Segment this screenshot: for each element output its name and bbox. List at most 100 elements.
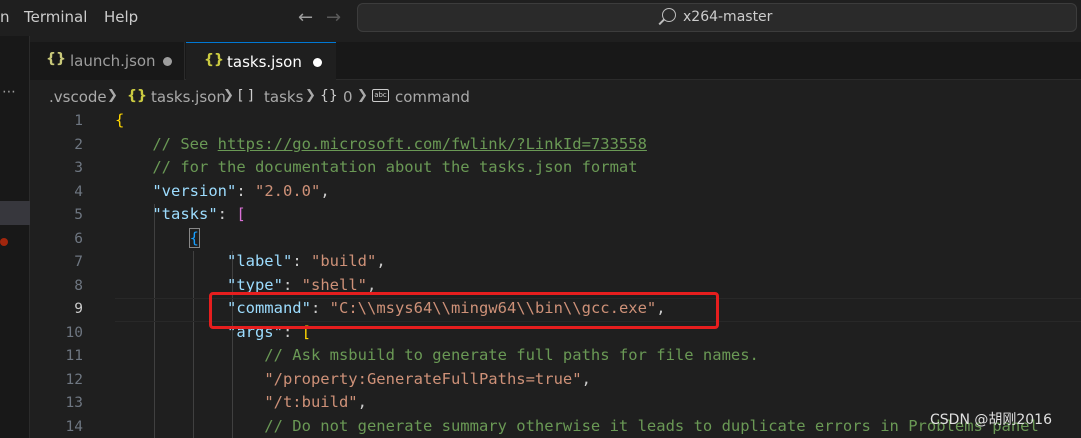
code-text: // Ask msbuild to generate full paths fo… [115, 346, 759, 364]
code-token: : [292, 252, 311, 270]
breadcrumb-command[interactable]: command [395, 88, 470, 106]
code-token: , [320, 181, 330, 200]
breadcrumb-folder[interactable]: .vscode [49, 88, 107, 106]
code-token: "/t:build" [264, 393, 358, 411]
code-token: { [188, 227, 201, 248]
breadcrumb-index[interactable]: 0 [343, 88, 353, 106]
code-token: "label" [226, 252, 293, 270]
command-center-search[interactable]: x264-master [357, 3, 1077, 32]
menu-item-partial[interactable]: n [0, 8, 10, 26]
line-number: 9 [74, 301, 83, 317]
line-number: 5 [74, 207, 83, 223]
code-token: , [581, 369, 591, 388]
json-file-icon: {} [127, 88, 147, 104]
code-line[interactable]: 6 { [30, 227, 1081, 252]
unsaved-dot-icon[interactable] [163, 57, 172, 66]
code-token: "shell" [301, 275, 367, 294]
line-number: 1 [74, 113, 83, 129]
code-line[interactable]: 12 "/property:GenerateFullPaths=true", [30, 369, 1081, 393]
code-token: // Ask msbuild to generate full paths fo… [115, 346, 759, 364]
line-number: 2 [74, 136, 83, 153]
code-token: https://go.microsoft.com/fwlink/?LinkId=… [217, 134, 647, 153]
code-text: "version": "2.0.0", [115, 181, 330, 200]
breadcrumb-file[interactable]: tasks.json [151, 88, 226, 106]
json-file-icon: {} [46, 51, 66, 67]
more-icon[interactable]: ⋯ [2, 84, 16, 100]
back-arrow-icon[interactable]: ← [298, 7, 313, 28]
code-text: // See https://go.microsoft.com/fwlink/?… [115, 135, 647, 153]
chevron-right-icon: ❯ [223, 88, 234, 103]
code-line[interactable]: 4 "version": "2.0.0", [30, 181, 1081, 205]
menu-item-help[interactable]: Help [104, 8, 138, 26]
code-text: // Do not generate summary otherwise it … [115, 417, 1039, 435]
code-text: { [115, 111, 124, 129]
line-number: 13 [65, 395, 83, 411]
search-icon [662, 8, 676, 22]
code-token: : [236, 181, 255, 200]
code-token: // See [115, 134, 218, 153]
code-text: "tasks": [ [115, 205, 246, 223]
breadcrumb-tasks[interactable]: tasks [264, 88, 303, 106]
code-token: : [217, 205, 237, 223]
code-text: "label": "build", [115, 252, 386, 270]
code-line[interactable]: 11 // Ask msbuild to generate full paths… [30, 345, 1081, 369]
line-number: 11 [65, 348, 83, 364]
code-line[interactable]: 2 // See https://go.microsoft.com/fwlink… [30, 134, 1081, 158]
watermark: CSDN @胡刚2016 [930, 412, 1052, 428]
tab-label: tasks.json [227, 53, 302, 71]
code-token: // for the documentation about the tasks… [115, 158, 638, 176]
code-line[interactable]: 1{ [30, 110, 1081, 134]
chevron-right-icon: ❯ [305, 88, 316, 103]
code-token: , [376, 252, 386, 270]
json-file-icon: {} [204, 52, 224, 68]
activity-selected-item[interactable] [0, 201, 30, 225]
code-token: , [357, 393, 367, 411]
line-number: 4 [74, 183, 83, 200]
line-number: 8 [74, 277, 83, 294]
code-token: "2.0.0" [255, 181, 321, 200]
code-token: : [282, 275, 302, 294]
code-token: // Do not generate summary otherwise it … [115, 416, 1039, 435]
line-number: 3 [74, 160, 83, 176]
breadcrumb: .vscode ❯ {} tasks.json ❯ [ ] tasks ❯ {}… [30, 80, 1081, 110]
code-text: "type": "shell", [115, 276, 376, 294]
code-token: "build" [310, 252, 377, 270]
title-bar: n Terminal Help ← → x264-master [0, 0, 1081, 36]
object-icon: {} [320, 88, 338, 104]
editor-tab-bar: {} launch.json {} tasks.json [30, 42, 1081, 80]
code-line[interactable]: 5 "tasks": [ [30, 204, 1081, 228]
tab-launch-json[interactable]: {} launch.json [30, 42, 185, 80]
unsaved-dot-icon[interactable] [313, 58, 322, 67]
code-editor[interactable]: 1{2 // See https://go.microsoft.com/fwli… [30, 110, 1081, 438]
command-highlight-box [209, 292, 719, 329]
line-number: 10 [65, 324, 83, 341]
tab-tasks-json[interactable]: {} tasks.json [186, 42, 336, 80]
code-token: "type" [226, 275, 283, 294]
command-center-label: x264-master [683, 9, 773, 25]
code-text: "/t:build", [115, 393, 367, 411]
code-line[interactable]: 7 "label": "build", [30, 251, 1081, 275]
chevron-right-icon: ❯ [107, 88, 118, 103]
tab-label: launch.json [70, 52, 156, 70]
modified-indicator-icon [0, 238, 8, 246]
code-token: "tasks" [152, 205, 218, 223]
menu-item-terminal[interactable]: Terminal [24, 8, 87, 26]
code-text: "/property:GenerateFullPaths=true", [115, 370, 591, 388]
code-line[interactable]: 13 "/t:build", [30, 392, 1081, 416]
code-token: , [366, 275, 377, 294]
code-token: { [115, 111, 125, 129]
forward-arrow-icon[interactable]: → [326, 7, 341, 28]
line-number: 14 [65, 418, 83, 435]
string-icon: abc [372, 89, 389, 102]
code-token: "version" [152, 181, 237, 200]
code-token: [ [236, 205, 246, 223]
code-line[interactable]: 3 // for the documentation about the tas… [30, 157, 1081, 181]
array-icon: [ ] [238, 88, 254, 104]
code-text: { [115, 227, 201, 248]
code-line[interactable]: 14 // Do not generate summary otherwise … [30, 416, 1081, 438]
